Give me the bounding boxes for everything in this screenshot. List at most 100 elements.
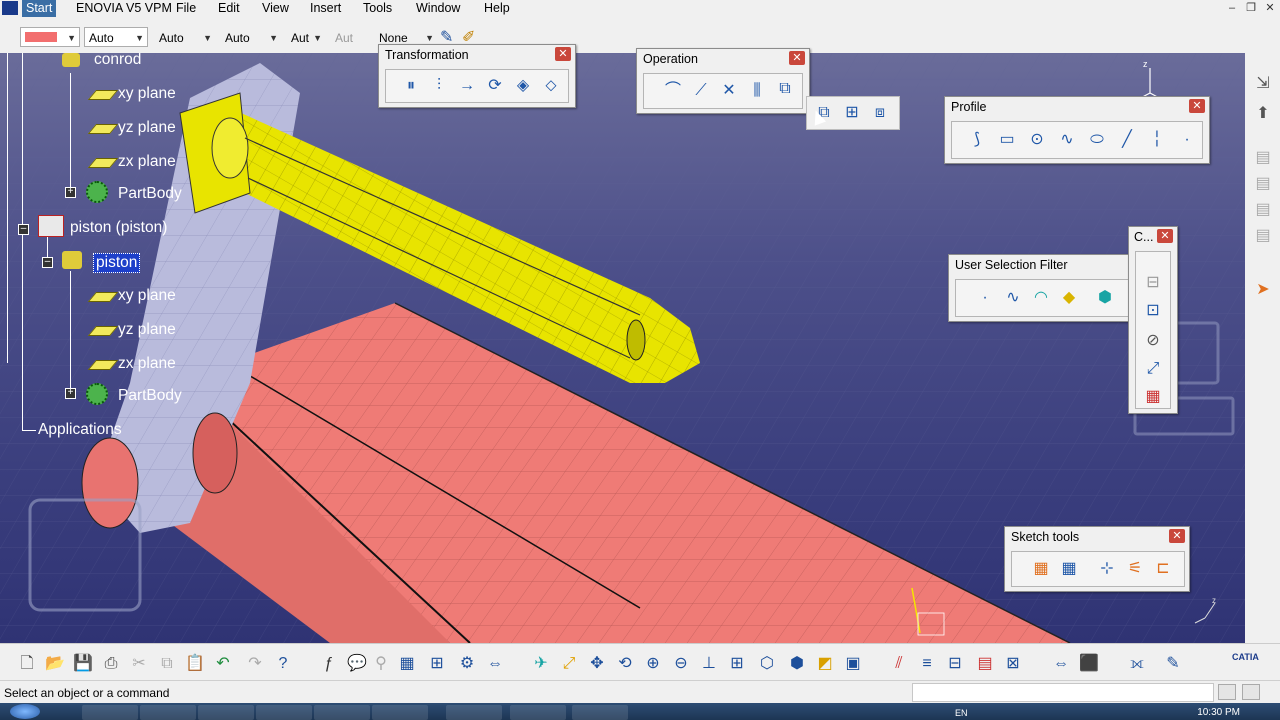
help-icon[interactable]: ?: [272, 653, 294, 675]
auto-constraint-icon[interactable]: ⤢: [1142, 358, 1164, 380]
grid-icon[interactable]: ▦: [1030, 558, 1052, 580]
conrod-part-icon[interactable]: [62, 53, 80, 67]
windows-start-icon[interactable]: [10, 704, 40, 719]
menu-enovia[interactable]: ENOVIA V5 VPM: [76, 1, 172, 15]
close-icon[interactable]: ✕: [1169, 529, 1185, 543]
dimension-icon[interactable]: ⇔: [1050, 653, 1072, 675]
point-combo[interactable]: Aut ▼: [286, 27, 326, 47]
status-btn-2-icon[interactable]: [1242, 684, 1260, 700]
save-icon[interactable]: 💾: [72, 653, 94, 675]
sketch-tool-2-icon[interactable]: ▤: [1252, 173, 1274, 195]
fix-together-icon[interactable]: ⊘: [1142, 330, 1164, 352]
close-icon[interactable]: ✕: [789, 51, 805, 65]
measure-icon[interactable]: ⇔: [484, 653, 506, 675]
shading-icon[interactable]: ⬢: [786, 653, 808, 675]
circle-icon[interactable]: ⊙: [1026, 129, 1048, 151]
sketch-mode-icon[interactable]: ✎: [1162, 653, 1184, 675]
swap-space-icon[interactable]: ▣: [842, 653, 864, 675]
mirror-icon[interactable]: ⫶: [428, 75, 450, 97]
mirror-op-icon[interactable]: ⫼: [746, 80, 768, 102]
taskbar-app-icon[interactable]: [510, 705, 566, 720]
trim-icon[interactable]: ✕: [718, 80, 740, 102]
material-icon[interactable]: ⚙: [456, 653, 478, 675]
tree-piston-yz-plane[interactable]: yz plane: [118, 321, 176, 339]
close-icon[interactable]: ✕: [555, 47, 571, 61]
expand-icon[interactable]: +: [65, 388, 76, 399]
transparency-combo[interactable]: Auto ▼: [84, 27, 148, 47]
iso-view-icon[interactable]: ⬡: [756, 653, 778, 675]
taskbar-excel-icon[interactable]: [140, 705, 196, 720]
axis-icon[interactable]: ╎: [1146, 129, 1168, 151]
tree-conrod[interactable]: conrod: [94, 53, 141, 69]
ellipse-icon[interactable]: ⬭: [1086, 129, 1108, 151]
color-combo[interactable]: ▼: [20, 27, 80, 47]
dimensional-constraints-icon[interactable]: ⊏: [1152, 558, 1174, 580]
sketch-icon[interactable]: ⬆: [1252, 103, 1274, 125]
hide-show-icon[interactable]: ◩: [814, 653, 836, 675]
status-btn-1-icon[interactable]: [1218, 684, 1236, 700]
command-input[interactable]: [912, 683, 1214, 702]
linetype-combo[interactable]: Auto ▼: [220, 27, 282, 47]
selection-icon[interactable]: ⟗: [1126, 653, 1148, 675]
animate-constraint-icon[interactable]: ▦: [1142, 386, 1164, 408]
redo-icon[interactable]: ↷: [244, 653, 266, 675]
pan-icon[interactable]: ✥: [586, 653, 608, 675]
constraints-4-icon[interactable]: ▤: [974, 653, 996, 675]
taskbar-onenote-icon[interactable]: [198, 705, 254, 720]
chamfer-icon[interactable]: ⟋: [690, 80, 712, 102]
feature-filter-icon[interactable]: ⬢: [1094, 287, 1116, 309]
close-icon[interactable]: ✕: [1157, 229, 1173, 243]
zoom-out-icon[interactable]: ⊖: [670, 653, 692, 675]
symmetry-icon[interactable]: ⏸: [400, 75, 422, 97]
taskbar-word-icon[interactable]: [372, 705, 428, 720]
catalog-icon[interactable]: ⊞: [426, 653, 448, 675]
point-icon[interactable]: ·: [1176, 129, 1198, 151]
rectangle-icon[interactable]: ▭: [996, 129, 1018, 151]
constraints-1-icon[interactable]: ⫽: [888, 653, 910, 675]
surface-filter-icon[interactable]: ◠: [1030, 287, 1052, 309]
sketch-tools-toolbar[interactable]: Sketch tools ✕ ▦ ▦ ⊹ ⚟ ⊏: [1004, 526, 1190, 592]
taskbar-acrobat-icon[interactable]: [446, 705, 502, 720]
tree-conrod-xy-plane[interactable]: xy plane: [118, 85, 176, 103]
rotate-view-icon[interactable]: ⟲: [614, 653, 636, 675]
volume-filter-icon[interactable]: ◆: [1058, 287, 1080, 309]
constraint-icon[interactable]: ⊟: [1142, 272, 1164, 294]
copy-icon[interactable]: ⧉: [156, 653, 178, 675]
minimize-icon[interactable]: –: [1224, 1, 1240, 15]
menu-view[interactable]: View: [262, 1, 289, 15]
undo-icon[interactable]: ↶: [212, 653, 234, 675]
menu-start[interactable]: Start: [22, 0, 57, 17]
linewidth-combo[interactable]: Auto ▼: [154, 27, 216, 47]
tree-piston-xy-plane[interactable]: xy plane: [118, 287, 176, 305]
menu-help[interactable]: Help: [484, 1, 510, 15]
expand-icon[interactable]: +: [65, 187, 76, 198]
cut-icon[interactable]: ✂: [128, 653, 150, 675]
menu-insert[interactable]: Insert: [310, 1, 341, 15]
project-silhouette-icon[interactable]: ⧈: [869, 102, 891, 124]
formula-icon[interactable]: ƒ: [318, 653, 340, 675]
tree-piston-part[interactable]: piston: [93, 253, 141, 273]
tree-piston-product[interactable]: piston (piston): [70, 219, 167, 237]
language-indicator[interactable]: EN: [955, 708, 968, 718]
taskbar-ie-icon[interactable]: [82, 705, 138, 720]
translate-icon[interactable]: →: [456, 75, 478, 97]
corner-icon[interactable]: ⌒: [662, 80, 684, 102]
sketch-tool-4-icon[interactable]: ▤: [1252, 225, 1274, 247]
tree-piston-zx-plane[interactable]: zx plane: [118, 355, 176, 373]
line-icon[interactable]: ╱: [1116, 129, 1138, 151]
sketch-tool-3-icon[interactable]: ▤: [1252, 199, 1274, 221]
project-3d-icon[interactable]: ⧉: [774, 78, 796, 100]
offset-icon[interactable]: ⬦: [540, 75, 562, 97]
orange-cursor-icon[interactable]: ➤: [1252, 279, 1274, 301]
transformation-toolbar[interactable]: Transformation ✕ ⏸ ⫶ → ⟳ ◈ ⬦: [378, 44, 576, 108]
analysis-icon[interactable]: ⊠: [1002, 653, 1024, 675]
tree-applications[interactable]: Applications: [38, 421, 122, 439]
taskbar-ppt-icon[interactable]: [314, 705, 370, 720]
taskbar-catia-icon[interactable]: [572, 705, 628, 720]
paste-icon[interactable]: 📋: [184, 653, 206, 675]
tree-conrod-yz-plane[interactable]: yz plane: [118, 119, 176, 137]
snap-to-point-icon[interactable]: ▦: [1058, 558, 1080, 580]
scale-icon[interactable]: ◈: [512, 75, 534, 97]
tree-piston-partbody[interactable]: PartBody: [118, 387, 182, 405]
exit-workbench-icon[interactable]: ⇲: [1252, 73, 1274, 95]
